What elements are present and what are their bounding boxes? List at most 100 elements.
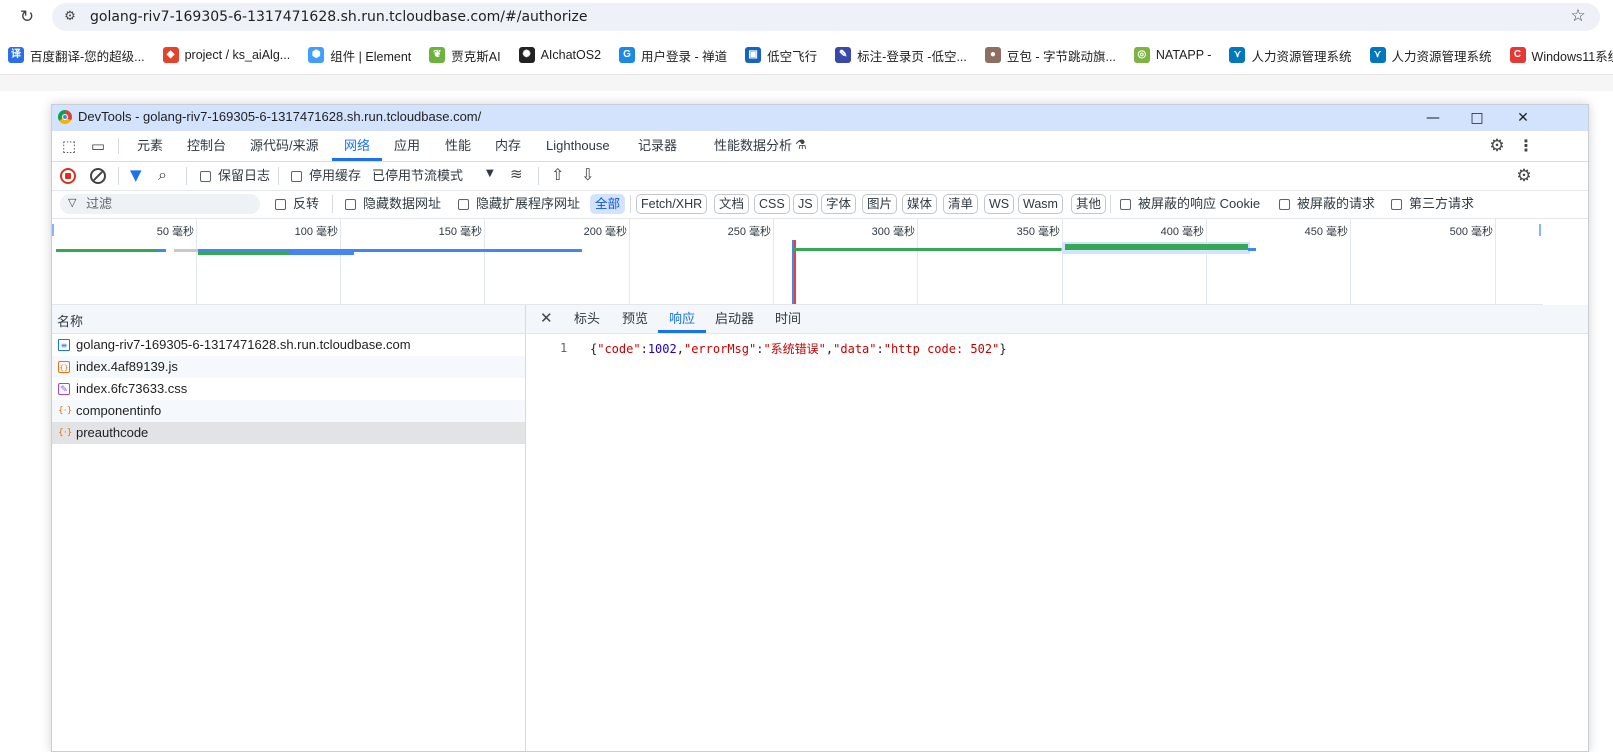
- tab-recorder[interactable]: 记录器: [638, 131, 677, 161]
- blocked-requests-checkbox[interactable]: [1279, 199, 1290, 210]
- request-row[interactable]: {} index.4af89139.js: [52, 356, 525, 378]
- filter-type-js[interactable]: JS: [793, 194, 818, 214]
- overview-right-handle[interactable]: [1539, 224, 1541, 236]
- filter-type-fetch-xhr[interactable]: Fetch/XHR: [636, 194, 708, 214]
- filter-type-other[interactable]: 其他: [1071, 194, 1107, 214]
- gridline: [1495, 218, 1496, 304]
- timeline-bar: [1065, 244, 1248, 250]
- settings-gear-icon[interactable]: ⚙: [1486, 135, 1508, 157]
- filter-type-all[interactable]: 全部: [590, 194, 626, 214]
- hide-data-urls-checkbox[interactable]: [345, 199, 356, 210]
- record-stop-icon[interactable]: [60, 168, 76, 184]
- bookmark-item[interactable]: G 用户登录 - 禅道: [619, 46, 727, 65]
- reload-icon[interactable]: ↻: [16, 6, 38, 28]
- network-conditions-icon[interactable]: ≋: [510, 165, 523, 183]
- bookmark-item[interactable]: ❦ 贾克斯AI: [429, 46, 501, 65]
- bookmark-item[interactable]: ◆ project / ks_aiAlg...: [162, 47, 290, 63]
- close-detail-icon[interactable]: ✕: [540, 309, 553, 327]
- filter-type-wasm[interactable]: Wasm: [1018, 194, 1063, 214]
- hide-extension-urls-label: 隐藏扩展程序网址: [476, 196, 581, 211]
- filter-type-media[interactable]: 媒体: [902, 194, 938, 214]
- third-party-checkbox[interactable]: [1391, 199, 1402, 210]
- bookmark-label: 低空飞行: [767, 49, 818, 64]
- tab-headers[interactable]: 标头: [574, 305, 600, 333]
- bookmark-item[interactable]: ▣ 低空飞行: [745, 46, 817, 65]
- filter-type-img[interactable]: 图片: [862, 194, 898, 214]
- preserve-log-checkbox[interactable]: [200, 171, 211, 182]
- more-options-icon[interactable]: ⋮: [1515, 135, 1537, 157]
- url-text[interactable]: golang-riv7-169305-6-1317471628.sh.run.t…: [90, 7, 587, 27]
- filter-type-manifest[interactable]: 清单: [943, 194, 979, 214]
- bookmark-item[interactable]: ◎ NATAPP -: [1133, 47, 1211, 63]
- gitlab-icon: ◆: [162, 47, 179, 63]
- tab-lighthouse[interactable]: Lighthouse: [546, 131, 610, 161]
- filter-icon[interactable]: ▼: [130, 166, 142, 184]
- maximize-button[interactable]: □: [1454, 105, 1500, 131]
- request-name: golang-riv7-169305-6-1317471628.sh.run.t…: [76, 337, 411, 352]
- tab-performance-insights[interactable]: 性能数据分析: [714, 131, 792, 161]
- json-string: "http code: 502": [883, 342, 1000, 356]
- tab-memory[interactable]: 内存: [495, 131, 521, 161]
- divider: [186, 167, 187, 185]
- inspect-element-icon[interactable]: ⬚: [58, 135, 80, 157]
- request-row-selected[interactable]: {·} preauthcode: [52, 422, 525, 444]
- tick-label: 150 毫秒: [438, 226, 482, 238]
- filter-type-doc[interactable]: 文档: [714, 194, 750, 214]
- bookmark-item[interactable]: ⬢ 组件 | Element: [308, 46, 411, 65]
- request-row[interactable]: {·} componentinfo: [52, 400, 525, 422]
- tab-console[interactable]: 控制台: [187, 131, 226, 161]
- minimize-button[interactable]: —: [1410, 105, 1456, 131]
- script-icon: {}: [58, 361, 70, 373]
- timeline-bar: [198, 252, 290, 255]
- bookmark-item[interactable]: 译百度翻译-您的超级...: [8, 46, 145, 65]
- tick-label: 350 毫秒: [1016, 226, 1060, 238]
- tab-timing[interactable]: 时间: [775, 305, 801, 333]
- bookmark-star-icon[interactable]: ☆: [1568, 6, 1588, 26]
- tick-label: 450 毫秒: [1304, 226, 1348, 238]
- filter-type-css[interactable]: CSS: [754, 194, 790, 214]
- request-row[interactable]: ≡ golang-riv7-169305-6-1317471628.sh.run…: [52, 334, 525, 356]
- response-viewer[interactable]: 1 {"code":1002,"errorMsg":"系统错误","data":…: [526, 334, 1588, 751]
- export-har-icon[interactable]: ⇩: [581, 165, 594, 184]
- filter-placeholder: 过滤: [86, 196, 113, 211]
- bookmark-item[interactable]: C Windows11系统: [1509, 46, 1613, 65]
- chevron-down-icon[interactable]: ▼: [486, 168, 494, 179]
- tab-network[interactable]: 网络: [344, 131, 370, 161]
- bookmark-item[interactable]: ✎ 标注-登录页 -低空...: [835, 46, 967, 65]
- overview-left-handle[interactable]: [52, 224, 54, 236]
- throttling-select[interactable]: 已停用节流模式: [372, 168, 463, 184]
- tab-preview[interactable]: 预览: [622, 305, 648, 333]
- disable-cache-checkbox[interactable]: [291, 171, 302, 182]
- filter-type-ws[interactable]: WS: [984, 194, 1015, 214]
- colon: :: [876, 342, 884, 356]
- site-info-icon[interactable]: ⚙: [60, 8, 80, 26]
- bookmark-item[interactable]: ● 豆包 - 字节跳动旗...: [984, 46, 1116, 65]
- clear-icon[interactable]: [90, 168, 106, 184]
- tab-initiator[interactable]: 启动器: [715, 305, 754, 333]
- import-har-icon[interactable]: ⇧: [551, 165, 564, 184]
- blocked-cookies-checkbox[interactable]: [1120, 199, 1131, 210]
- bookmark-item[interactable]: ⋎ 人力资源管理系统: [1229, 46, 1352, 65]
- request-row[interactable]: ✎ index.6fc73633.css: [52, 378, 525, 400]
- close-button[interactable]: ✕: [1500, 105, 1546, 131]
- timeline-bar: [158, 249, 166, 252]
- name-column-header[interactable]: 名称: [57, 311, 83, 330]
- tab-performance[interactable]: 性能: [445, 131, 471, 161]
- hide-extension-urls-checkbox[interactable]: [458, 199, 469, 210]
- tab-application[interactable]: 应用: [394, 131, 420, 161]
- bookmark-item[interactable]: ⋎ 人力资源管理系统: [1369, 46, 1492, 65]
- tab-response[interactable]: 响应: [669, 305, 695, 333]
- request-list-header[interactable]: 名称: [52, 305, 526, 334]
- network-overview-timeline[interactable]: 50 毫秒 100 毫秒 150 毫秒 200 毫秒 250 毫秒 300 毫秒…: [52, 218, 1543, 305]
- invert-checkbox[interactable]: [275, 199, 286, 210]
- tab-elements[interactable]: 元素: [137, 131, 163, 161]
- device-toolbar-icon[interactable]: ▭: [87, 135, 109, 157]
- filter-input[interactable]: ▽ 过滤: [60, 194, 260, 214]
- search-icon[interactable]: ⌕: [158, 165, 167, 185]
- divider: [118, 138, 119, 154]
- tab-sources[interactable]: 源代码/来源: [250, 131, 319, 161]
- response-body[interactable]: {"code":1002,"errorMsg":"系统错误","data":"h…: [590, 340, 1007, 357]
- filter-type-font[interactable]: 字体: [821, 194, 857, 214]
- network-settings-icon[interactable]: ⚙: [1513, 165, 1535, 187]
- bookmark-item[interactable]: ✺ AIchatOS2: [518, 47, 601, 63]
